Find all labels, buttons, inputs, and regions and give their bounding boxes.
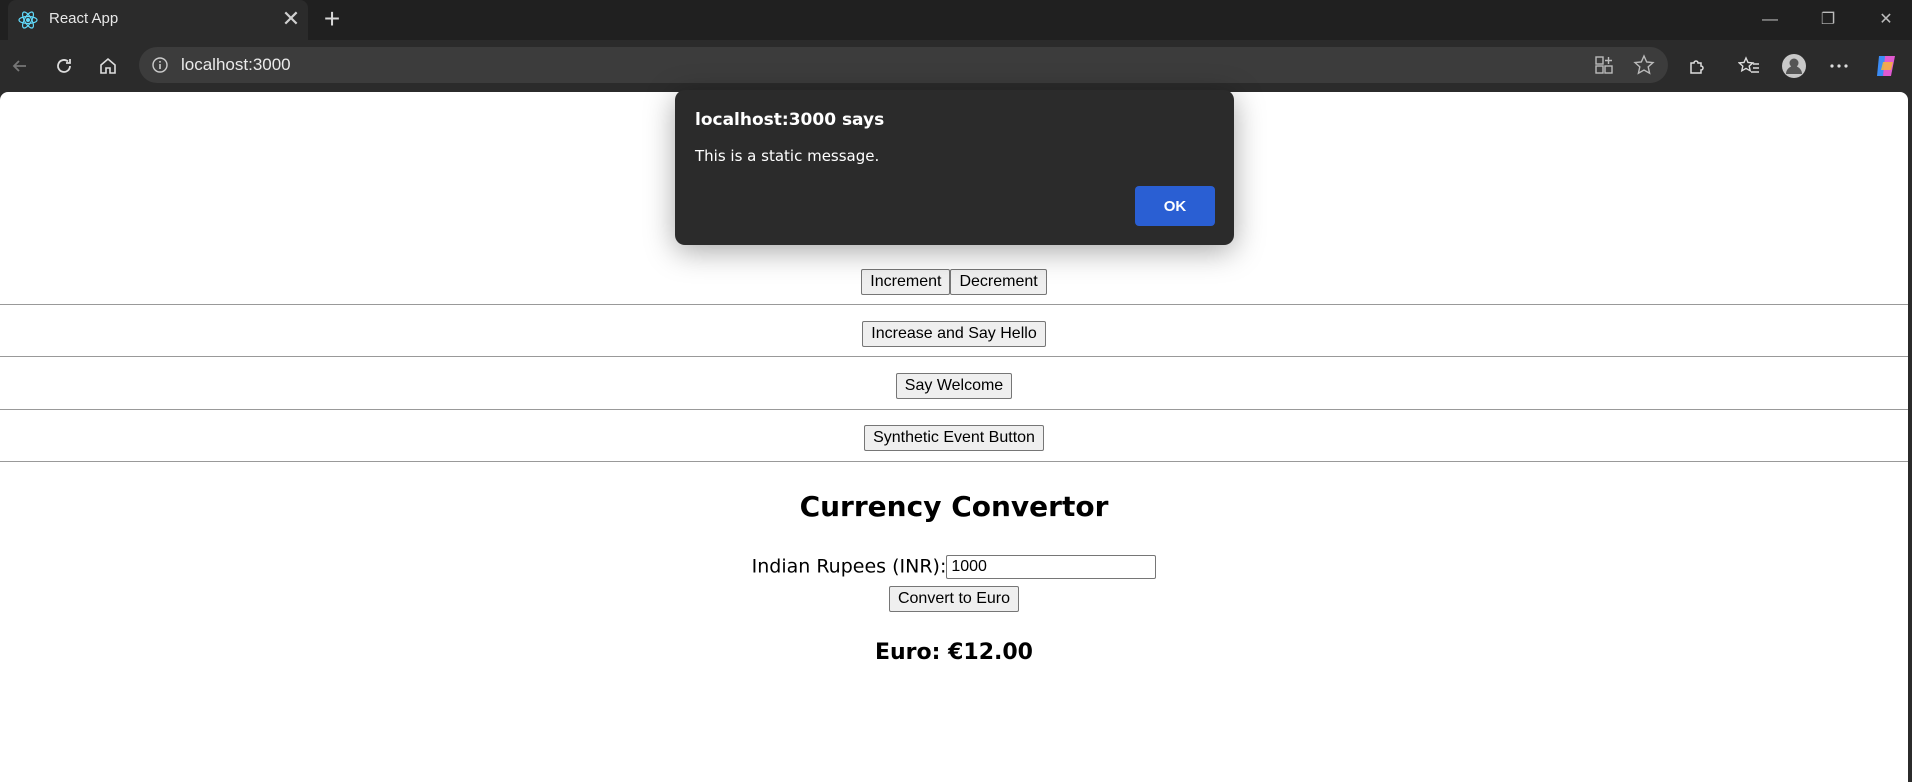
inr-input-row: Indian Rupees (INR): — [0, 555, 1908, 579]
window-edge — [1908, 92, 1912, 782]
browser-toolbar: localhost:3000 — [0, 40, 1912, 92]
favorite-star-icon[interactable] — [1633, 54, 1655, 81]
welcome-row: Say Welcome — [0, 373, 1908, 399]
convert-row: Convert to Euro — [0, 586, 1908, 612]
divider — [0, 461, 1908, 462]
say-welcome-button[interactable]: Say Welcome — [895, 373, 1013, 399]
back-icon[interactable] — [6, 52, 34, 80]
react-logo-icon — [18, 10, 38, 30]
new-tab-icon[interactable]: + — [318, 5, 346, 34]
divider — [0, 409, 1908, 410]
close-window-icon[interactable]: ✕ — [1866, 8, 1906, 32]
app-available-icon[interactable] — [1594, 55, 1614, 80]
minimize-icon[interactable]: — — [1750, 8, 1790, 32]
address-bar[interactable]: localhost:3000 — [139, 47, 1668, 83]
url-text: localhost:3000 — [181, 55, 291, 74]
increment-button[interactable]: Increment — [861, 269, 951, 295]
more-options-icon[interactable] — [1825, 52, 1853, 80]
dialog-title: localhost:3000 says — [695, 110, 885, 130]
home-icon[interactable] — [94, 52, 122, 80]
dialog-message: This is a static message. — [695, 147, 880, 165]
counter-buttons-row: Increment Decrement — [0, 269, 1908, 295]
synthetic-event-button[interactable]: Synthetic Event Button — [864, 425, 1044, 451]
title-bar: React App ✕ + — ❐ ✕ — [0, 0, 1912, 40]
euro-result: Euro: €12.00 — [874, 640, 1033, 665]
divider — [0, 356, 1908, 357]
site-info-icon[interactable] — [151, 56, 169, 74]
copilot-icon[interactable] — [1872, 52, 1900, 80]
converter-heading: Currency Convertor — [799, 490, 1109, 523]
alert-dialog: localhost:3000 says This is a static mes… — [675, 90, 1234, 245]
dialog-ok-button[interactable]: OK — [1135, 186, 1215, 226]
convert-to-euro-button[interactable]: Convert to Euro — [888, 586, 1020, 612]
synthetic-row: Synthetic Event Button — [0, 425, 1908, 451]
close-tab-icon[interactable]: ✕ — [280, 8, 302, 30]
increase-say-hello-button[interactable]: Increase and Say Hello — [862, 321, 1046, 347]
hello-row: Increase and Say Hello — [0, 321, 1908, 347]
inr-input[interactable] — [946, 555, 1157, 579]
tab-react-app[interactable]: React App ✕ — [8, 0, 308, 40]
tab-title: React App — [49, 10, 119, 27]
restore-icon[interactable]: ❐ — [1808, 8, 1848, 32]
favorites-icon[interactable] — [1735, 52, 1763, 80]
inr-label: Indian Rupees (INR): — [751, 555, 947, 578]
extensions-icon[interactable] — [1683, 52, 1711, 80]
decrement-button[interactable]: Decrement — [950, 269, 1047, 295]
profile-avatar-icon[interactable] — [1780, 52, 1808, 80]
reload-icon[interactable] — [50, 52, 78, 80]
divider — [0, 304, 1908, 305]
